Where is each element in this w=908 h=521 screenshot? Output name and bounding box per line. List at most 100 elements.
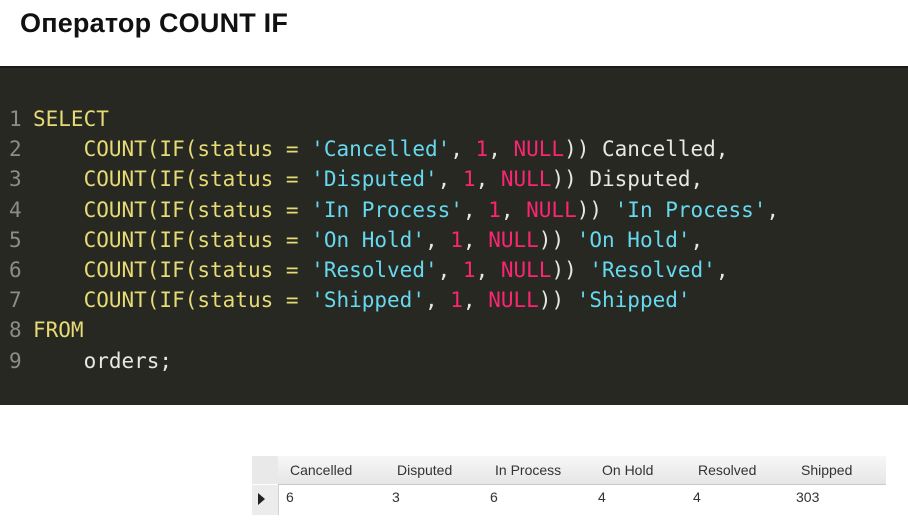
code-token-plain: , <box>424 227 451 252</box>
code-token-plain: , <box>715 258 729 283</box>
code-line: 2 COUNT(IF(status = 'Cancelled', 1, NULL… <box>9 134 779 164</box>
code-token-nul: NULL <box>526 197 577 222</box>
code-token-plain: , <box>690 227 704 252</box>
code-token-plain: , <box>488 137 514 162</box>
code-token-fn: COUNT(IF(status = <box>83 197 299 222</box>
line-number: 3 <box>9 167 22 192</box>
code-token-plain: , <box>462 288 489 313</box>
line-number: 6 <box>9 258 22 283</box>
row-pointer-icon <box>258 493 265 505</box>
line-number: 4 <box>9 197 22 222</box>
code-token-plain: , <box>462 197 489 222</box>
sql-code-panel: 1 SELECT 2 COUNT(IF(status = 'Cancelled', … <box>0 66 908 405</box>
code-line: 1 SELECT <box>9 104 779 134</box>
cell-in-process[interactable]: 6 <box>490 489 498 505</box>
code-token-plain: )) Disputed, <box>551 167 704 192</box>
column-header-cancelled[interactable]: Cancelled <box>290 462 352 478</box>
code-token-plain: orders; <box>33 348 173 373</box>
code-token-str: 'Cancelled' <box>311 137 451 162</box>
code-token-str: 'On Hold' <box>576 227 691 252</box>
code-line: 4 COUNT(IF(status = 'In Process', 1, NUL… <box>9 195 779 225</box>
code-token-plain: )) <box>538 288 577 313</box>
code-line: 6 COUNT(IF(status = 'Resolved', 1, NULL)… <box>9 255 779 285</box>
line-number: 5 <box>9 227 22 252</box>
code-token-num: 1 <box>462 258 476 283</box>
column-header-on-hold[interactable]: On Hold <box>602 462 653 478</box>
slide-title: Оператор COUNT IF <box>20 8 289 38</box>
code-token-str: 'Resolved' <box>311 258 438 283</box>
column-header-shipped[interactable]: Shipped <box>801 462 852 478</box>
code-token-plain: )) <box>551 258 590 283</box>
line-number: 1 <box>9 107 22 131</box>
code-token-str: 'Shipped' <box>576 288 691 313</box>
cell-shipped[interactable]: 303 <box>796 489 819 505</box>
sql-code: 1 SELECT 2 COUNT(IF(status = 'Cancelled', … <box>9 104 779 376</box>
grid-corner <box>252 456 279 484</box>
cell-cancelled[interactable]: 6 <box>286 489 294 505</box>
code-token-num: 1 <box>450 227 463 252</box>
grid-header-row <box>278 456 886 485</box>
code-token-str: 'Shipped' <box>311 288 425 313</box>
column-header-disputed[interactable]: Disputed <box>397 462 452 478</box>
code-line: 3 COUNT(IF(status = 'Disputed', 1, NULL)… <box>9 164 779 194</box>
column-header-in-process[interactable]: In Process <box>495 462 561 478</box>
code-token-num: 1 <box>475 137 489 162</box>
line-number: 8 <box>9 318 22 343</box>
code-token-fn: COUNT(IF(status = <box>83 137 299 162</box>
code-token-plain: , <box>462 227 489 252</box>
code-token-nul: NULL <box>488 288 539 313</box>
code-token-plain: , <box>437 167 463 192</box>
cell-resolved[interactable]: 4 <box>693 489 701 505</box>
code-token-fn: COUNT(IF(status = <box>83 167 299 192</box>
line-number: 7 <box>9 288 22 313</box>
code-token-plain: , <box>475 258 501 283</box>
code-token-str: 'On Hold' <box>311 227 425 252</box>
code-token-plain: , <box>437 258 463 283</box>
code-token-fn: COUNT(IF(status = <box>83 227 299 252</box>
cell-disputed[interactable]: 3 <box>392 489 400 505</box>
code-token-nul: NULL <box>488 227 539 252</box>
code-token-num: 1 <box>462 167 476 192</box>
code-token-str: 'Resolved' <box>589 258 716 283</box>
code-token-fn: COUNT(IF(status = <box>83 258 299 283</box>
code-token-plain: , <box>500 197 527 222</box>
code-token-plain: , <box>424 288 451 313</box>
code-token-nul: NULL <box>513 137 565 162</box>
code-token-kw: FROM <box>33 318 84 343</box>
row-selector[interactable] <box>252 485 279 515</box>
cell-on-hold[interactable]: 4 <box>598 489 606 505</box>
code-token-str: 'In Process' <box>614 197 767 222</box>
code-token-str: 'In Process' <box>311 197 463 222</box>
code-line: 9 orders; <box>9 346 779 376</box>
code-token-nul: NULL <box>500 167 552 192</box>
code-token-fn: COUNT(IF(status = <box>83 288 299 313</box>
column-header-resolved[interactable]: Resolved <box>698 462 756 478</box>
code-token-nul: NULL <box>500 258 552 283</box>
code-token-plain: , <box>475 167 501 192</box>
slide-header: Оператор COUNT IF <box>0 0 908 66</box>
code-line: 7 COUNT(IF(status = 'Shipped', 1, NULL))… <box>9 285 779 315</box>
code-token-str: 'Disputed' <box>311 167 438 192</box>
code-token-num: 1 <box>450 288 463 313</box>
code-token-plain: , <box>450 137 476 162</box>
code-line: 5 COUNT(IF(status = 'On Hold', 1, NULL))… <box>9 225 779 255</box>
code-token-num: 1 <box>488 197 501 222</box>
code-line: 8 FROM <box>9 315 779 345</box>
code-token-plain: )) <box>576 197 615 222</box>
code-token-plain: )) <box>538 227 577 252</box>
code-token-kw: SELECT <box>33 107 109 131</box>
line-number: 9 <box>9 348 22 373</box>
code-token-plain: )) Cancelled, <box>564 137 729 162</box>
